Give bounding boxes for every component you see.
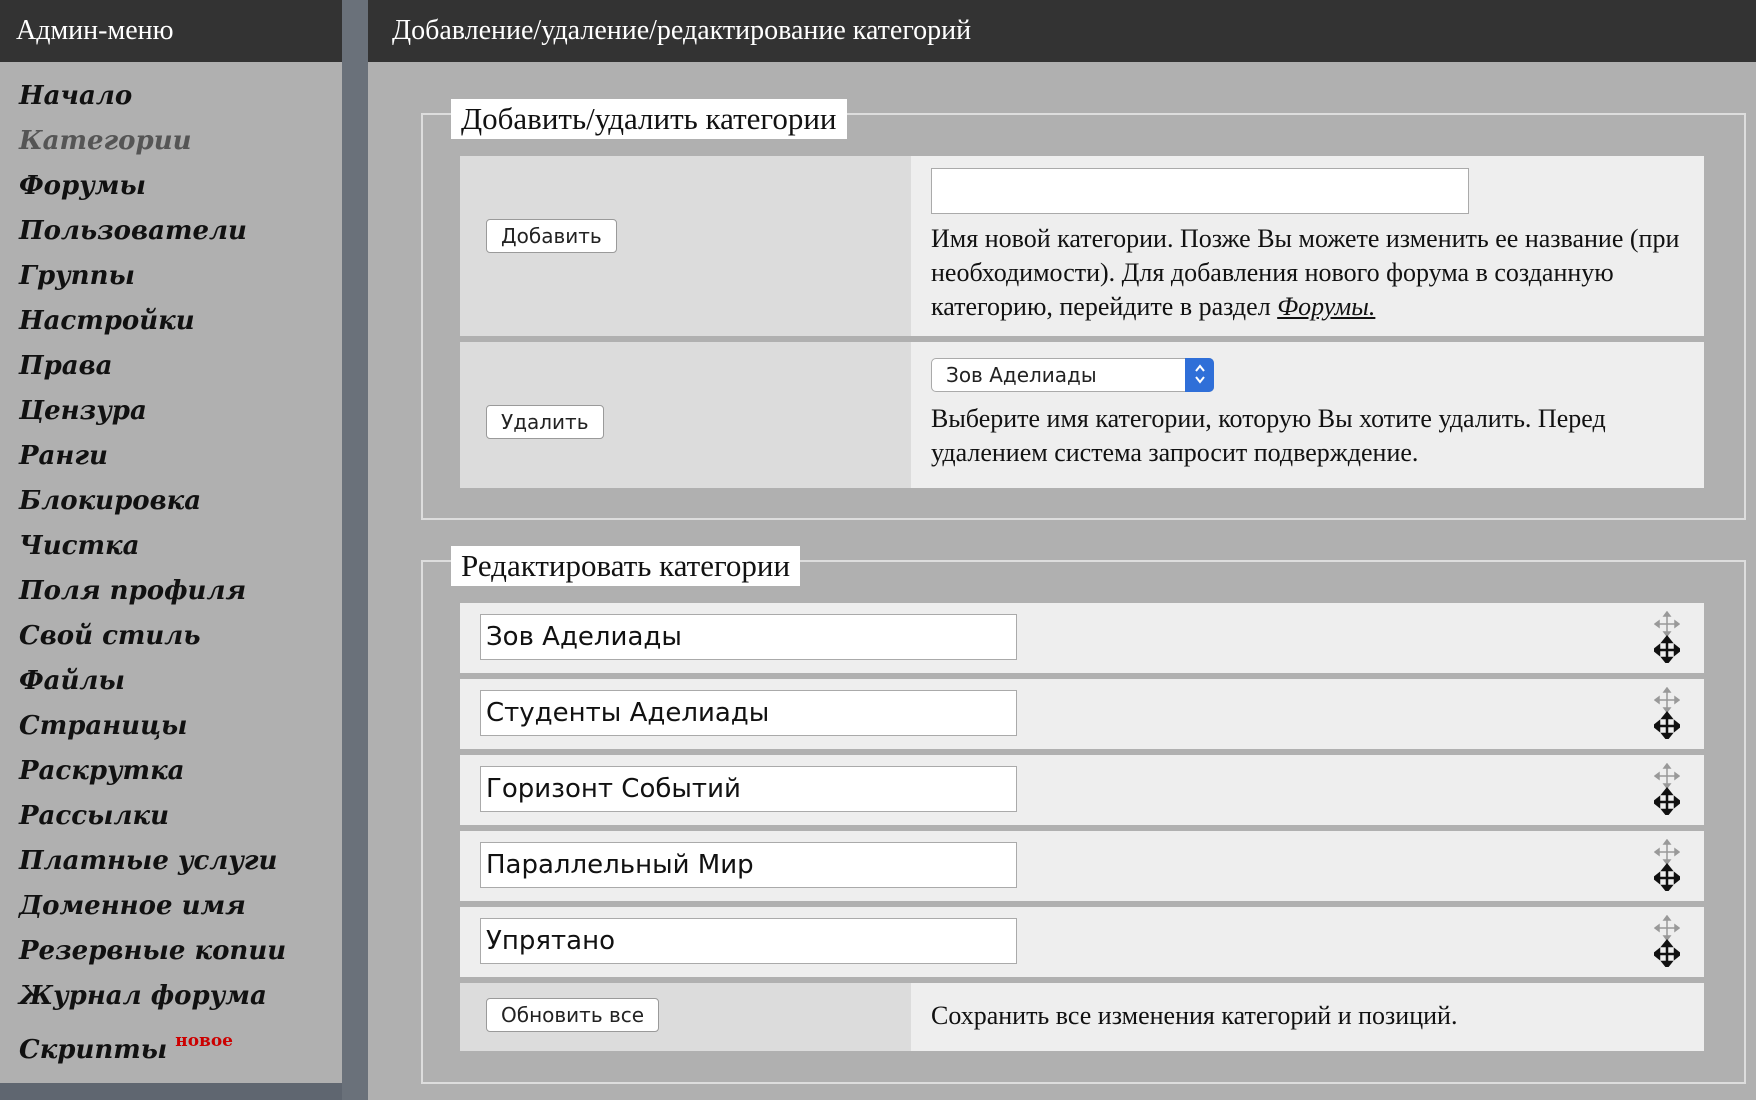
category-name-input[interactable]: Упрятано	[480, 918, 1017, 964]
sidebar-item-profile-fields[interactable]: Поля профиля	[0, 569, 342, 614]
category-row: Студенты Аделиады	[460, 679, 1704, 749]
sidebar-item-groups[interactable]: Группы	[0, 254, 342, 299]
move-arrows-icon[interactable]	[1654, 687, 1680, 739]
sidebar-item-categories[interactable]: Категории	[0, 119, 342, 164]
sidebar-item-label: Скрипты	[19, 1035, 168, 1065]
move-arrows-icon[interactable]	[1654, 839, 1680, 891]
new-badge: новое	[175, 1031, 233, 1051]
sidebar-item-bans[interactable]: Блокировка	[0, 479, 342, 524]
update-description: Сохранить все изменения категорий и пози…	[931, 1001, 1458, 1030]
category-row: Упрятано	[460, 907, 1704, 977]
edit-legend: Редактировать категории	[451, 546, 801, 586]
admin-sidebar: Админ-меню Начало Категории Форумы Польз…	[0, 0, 342, 1083]
sidebar-item-forums[interactable]: Форумы	[0, 164, 342, 209]
sidebar-item-pages[interactable]: Страницы	[0, 704, 342, 749]
sidebar-item-paid-services[interactable]: Платные услуги	[0, 839, 342, 884]
category-row: Зов Аделиады	[460, 603, 1704, 673]
main-panel: Добавление/удаление/редактирование катег…	[368, 0, 1756, 1100]
move-arrows-icon[interactable]	[1654, 915, 1680, 967]
category-row: Горизонт Событий	[460, 755, 1704, 825]
category-name-input[interactable]: Горизонт Событий	[480, 766, 1017, 812]
sidebar-item-ranks[interactable]: Ранги	[0, 434, 342, 479]
sidebar-item-backups[interactable]: Резервные копии	[0, 929, 342, 974]
sidebar-item-prune[interactable]: Чистка	[0, 524, 342, 569]
category-name-input[interactable]: Зов Аделиады	[480, 614, 1017, 660]
add-category-row: Добавить Имя новой категории. Позже Вы м…	[460, 156, 1704, 336]
sidebar-item-custom-style[interactable]: Свой стиль	[0, 614, 342, 659]
add-remove-legend: Добавить/удалить категории	[451, 99, 847, 139]
move-arrows-icon[interactable]	[1654, 611, 1680, 663]
category-name-input[interactable]: Студенты Аделиады	[480, 690, 1017, 736]
add-button[interactable]: Добавить	[486, 219, 617, 253]
sidebar-item-permissions[interactable]: Права	[0, 344, 342, 389]
sidebar-item-promotion[interactable]: Раскрутка	[0, 749, 342, 794]
sidebar-item-forum-log[interactable]: Журнал форума	[0, 974, 342, 1019]
category-name-input[interactable]: Параллельный Мир	[480, 842, 1017, 888]
sidebar-item-files[interactable]: Файлы	[0, 659, 342, 704]
new-category-input[interactable]	[931, 168, 1469, 214]
select-value: Зов Аделиады	[946, 363, 1097, 387]
category-row: Параллельный Мир	[460, 831, 1704, 901]
add-remove-fieldset: Добавить/удалить категории Добавить Имя …	[421, 99, 1746, 520]
delete-category-select[interactable]: Зов Аделиады	[931, 358, 1214, 392]
delete-description: Выберите имя категории, которую Вы хотит…	[931, 404, 1606, 467]
sidebar-title: Админ-меню	[0, 0, 342, 62]
sidebar-item-domain-name[interactable]: Доменное имя	[0, 884, 342, 929]
sidebar-item-start[interactable]: Начало	[0, 74, 342, 119]
update-all-row: Обновить все Сохранить все изменения кат…	[460, 983, 1704, 1051]
edit-categories-fieldset: Редактировать категории Зов Аделиады Сту…	[421, 546, 1746, 1084]
delete-button[interactable]: Удалить	[486, 405, 604, 439]
sidebar-divider	[342, 0, 368, 1100]
delete-category-row: Удалить Зов Аделиады Выберите имя катего…	[460, 342, 1704, 488]
sidebar-menu: Начало Категории Форумы Пользователи Гру…	[0, 62, 342, 1065]
sidebar-item-censorship[interactable]: Цензура	[0, 389, 342, 434]
update-all-button[interactable]: Обновить все	[486, 998, 660, 1032]
sidebar-item-scripts[interactable]: Скрипты новое	[0, 1019, 342, 1065]
sidebar-item-settings[interactable]: Настройки	[0, 299, 342, 344]
page-title: Добавление/удаление/редактирование катег…	[368, 0, 1756, 62]
add-description: Имя новой категории. Позже Вы можете изм…	[931, 222, 1684, 324]
forums-link[interactable]: Форумы.	[1277, 292, 1375, 321]
chevron-updown-icon	[1185, 358, 1214, 392]
sidebar-item-mailings[interactable]: Рассылки	[0, 794, 342, 839]
sidebar-item-users[interactable]: Пользователи	[0, 209, 342, 254]
move-arrows-icon[interactable]	[1654, 763, 1680, 815]
